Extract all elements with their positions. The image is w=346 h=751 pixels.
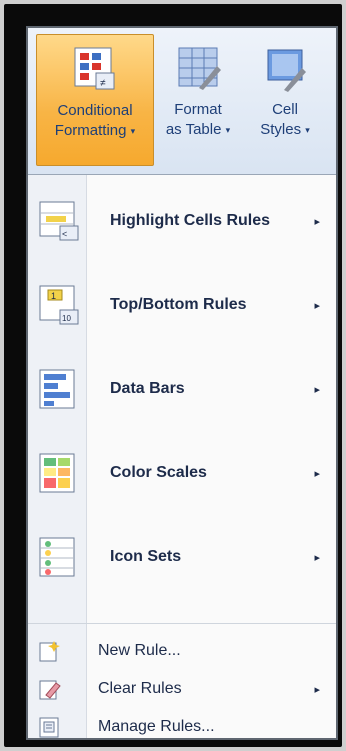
- svg-text:10: 10: [62, 314, 71, 323]
- menu-item-icon-sets[interactable]: Icon Sets ▸: [28, 529, 336, 585]
- submenu-arrow-icon: ▸: [314, 215, 320, 228]
- submenu-arrow-icon: ▸: [314, 383, 320, 396]
- chevron-down-icon: ▾: [225, 125, 231, 136]
- cell-styles-icon: [267, 49, 306, 92]
- menu-item-color-scales[interactable]: Color Scales ▸: [28, 445, 336, 501]
- submenu-arrow-icon: ▸: [314, 551, 320, 564]
- svg-text:1: 1: [51, 291, 56, 301]
- menu-item-label: Icon Sets: [110, 548, 182, 565]
- color-scales-icon: [39, 453, 75, 493]
- manage-rules-icon: [39, 717, 59, 738]
- format-as-table-icon: [178, 47, 221, 90]
- svg-text:<: <: [62, 229, 67, 239]
- svg-text:≠: ≠: [100, 78, 106, 89]
- conditional-formatting-label-2: Formatting: [54, 122, 127, 139]
- submenu-arrow-icon: ▸: [314, 467, 320, 480]
- menu-item-new-rule[interactable]: New Rule...: [28, 635, 336, 667]
- screenshot-frame: ≠ Conditional Formatting ▾ Format as Tab…: [4, 4, 342, 747]
- cell-styles-label-2: Styles: [260, 121, 302, 138]
- highlight-cells-icon: <: [39, 201, 79, 241]
- ribbon-styles-group: ≠ Conditional Formatting ▾ Format as Tab…: [28, 28, 336, 174]
- new-rule-icon: [39, 641, 60, 662]
- menu-separator: [28, 623, 336, 624]
- conditional-formatting-label-1: Conditional: [57, 102, 133, 119]
- menu-item-label: Data Bars: [110, 380, 185, 397]
- cell-styles-label-1: Cell: [272, 101, 298, 118]
- menu-item-manage-rules[interactable]: Manage Rules...: [28, 711, 336, 738]
- icon-sets-icon: [39, 537, 75, 577]
- clear-rules-icon: [39, 680, 61, 700]
- menu-item-label: Clear Rules: [98, 680, 182, 697]
- excel-window: ≠ Conditional Formatting ▾ Format as Tab…: [26, 26, 338, 740]
- format-as-table-label-1: Format: [174, 101, 222, 118]
- format-as-table-label-2: as Table: [165, 121, 222, 138]
- data-bars-icon: [39, 369, 75, 409]
- chevron-down-icon: ▾: [305, 125, 310, 136]
- menu-item-label: Color Scales: [110, 464, 207, 481]
- menu-item-label: New Rule...: [98, 642, 181, 659]
- menu-item-label: Top/Bottom Rules: [110, 296, 247, 313]
- menu-item-top-bottom-rules[interactable]: 1 10 Top/Bottom Rules ▸: [28, 277, 336, 333]
- menu-item-label: Highlight Cells Rules: [110, 212, 271, 229]
- menu-item-data-bars[interactable]: Data Bars ▸: [28, 361, 336, 417]
- chevron-down-icon: ▾: [130, 126, 136, 137]
- menu-item-highlight-cells-rules[interactable]: < Highlight Cells Rules ▸: [28, 193, 336, 249]
- format-as-table-button[interactable]: Format as Table ▾: [156, 34, 240, 164]
- conditional-formatting-menu: < Highlight Cells Rules ▸ 1 10 Top/Botto…: [28, 174, 336, 738]
- top-bottom-icon: 1 10: [39, 285, 79, 325]
- submenu-arrow-icon: ▸: [314, 683, 320, 696]
- menu-item-label: Manage Rules...: [98, 718, 215, 735]
- conditional-formatting-button[interactable]: ≠ Conditional Formatting ▾: [36, 34, 154, 166]
- submenu-arrow-icon: ▸: [314, 299, 320, 312]
- cell-styles-button[interactable]: Cell Styles ▾: [244, 34, 326, 164]
- conditional-formatting-icon: ≠: [74, 47, 115, 90]
- menu-item-clear-rules[interactable]: Clear Rules ▸: [28, 673, 336, 705]
